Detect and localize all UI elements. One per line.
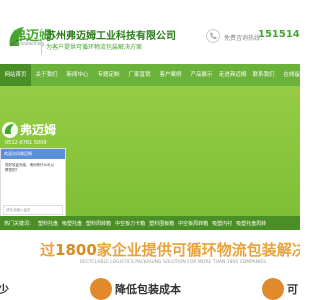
nav-item-home[interactable]: 网站首页: [0, 64, 31, 86]
feature-item: 可: [262, 278, 298, 300]
hero-card-brand: 弗迈姆: [20, 122, 56, 137]
keyword-link[interactable]: 吸塑托盘: [62, 220, 82, 227]
keyword-link[interactable]: 吸塑托盘周转: [236, 220, 266, 227]
feature-text: 可: [287, 283, 298, 296]
banner-title-prefix: 过: [40, 241, 56, 259]
nav-item-explore[interactable]: 走进弗迈姆: [217, 64, 248, 86]
banner-title-number: 1800: [55, 241, 97, 259]
recycle-icon: [262, 278, 284, 300]
keyword-link[interactable]: 塑料围板箱: [149, 220, 174, 227]
hero-card-phone: 0512-6781 5009: [5, 140, 47, 146]
feature-item: 降低包装成本: [90, 278, 181, 300]
header-divider: [41, 28, 42, 54]
nav-item-contact[interactable]: 联系我们: [248, 64, 279, 86]
nav-item-about[interactable]: 关于我们: [31, 64, 62, 86]
logo-subtext: Thermoforming: [13, 41, 44, 46]
chat-popup[interactable]: 欢迎访问弗迈姆 您好欢迎光临，请问有什么可以帮您的？ 请在此输入留言: [0, 148, 66, 218]
banner-subtitle: RECYCLABLE LOGISTICS PACKAGING SOLUTION …: [80, 260, 267, 265]
keyword-link[interactable]: 中空板刀卡箱: [115, 220, 145, 227]
keyword-link[interactable]: 中空板周转箱: [178, 220, 208, 227]
company-tagline: 为客户提供可循环物流包装解决方案: [46, 44, 143, 51]
site-header: 弗迈姆 Thermoforming 苏州弗迈姆工业科技有限公司 为客户提供可循环…: [0, 0, 300, 64]
nav-item-products[interactable]: 产品展示: [186, 64, 217, 86]
banner-title-suffix: 家企业提供可循环物流包装解决方案: [96, 241, 300, 259]
feature-text: 降低包装成本: [115, 283, 181, 296]
feature-item: 少: [0, 278, 9, 300]
chat-header: 欢迎访问弗迈姆: [1, 149, 65, 159]
cost-icon: [90, 278, 112, 300]
nav-item-message[interactable]: 在线留言: [279, 64, 300, 86]
keyword-link[interactable]: 塑料周转箱: [86, 220, 111, 227]
nav-item-factory[interactable]: 厂家直销: [124, 64, 155, 86]
chat-message: 您好欢迎光临，请问有什么可以帮您的？: [5, 163, 54, 172]
keyword-link[interactable]: 吸塑内衬: [212, 220, 232, 227]
keyword-link[interactable]: 塑料托盘: [38, 220, 58, 227]
keyword-label: 热门关键词：: [4, 220, 35, 227]
company-name: 苏州弗迈姆工业科技有限公司: [46, 31, 176, 42]
page: 弗迈姆 Thermoforming 苏州弗迈姆工业科技有限公司 为客户提供可循环…: [0, 0, 300, 300]
banner-title: 过1800家企业提供可循环物流包装解决方案: [40, 239, 300, 260]
nav-item-custom[interactable]: 专题定制: [93, 64, 124, 86]
chat-input[interactable]: 请在此输入留言: [3, 205, 63, 215]
main-nav: 网站首页 关于我们 新闻中心 专题定制 厂家直销 客户案例 产品展示 走进弗迈姆…: [0, 64, 300, 86]
feature-text: 少: [0, 283, 9, 296]
nav-item-news[interactable]: 新闻中心: [62, 64, 93, 86]
phone-icon: [206, 29, 220, 43]
nav-item-cases[interactable]: 客户案例: [155, 64, 186, 86]
keyword-bar: 热门关键词： 塑料托盘 吸塑托盘 塑料周转箱 中空板刀卡箱 塑料围板箱 中空板周…: [0, 216, 300, 230]
hotline-number[interactable]: 151514791: [258, 29, 300, 40]
feature-row: 少 降低包装成本 可: [0, 270, 300, 300]
solution-banner: 过1800家企业提供可循环物流包装解决方案 RECYCLABLE LOGISTI…: [0, 230, 300, 300]
